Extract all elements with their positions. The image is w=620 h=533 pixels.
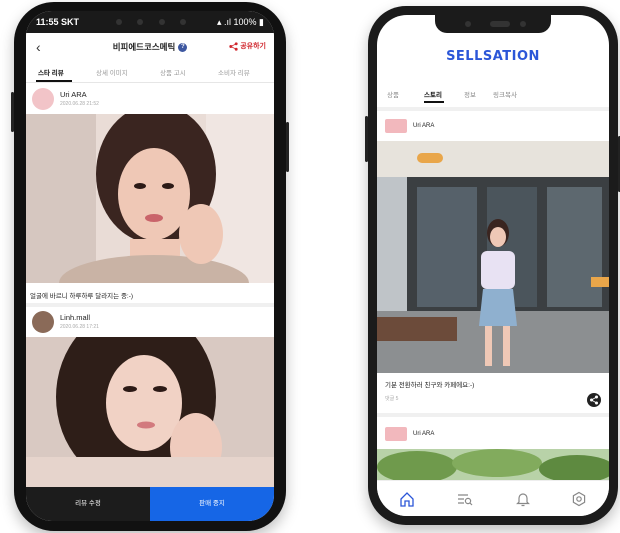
edit-review-button[interactable]: 리뷰 수정 [26,487,150,521]
app-logo: SELLSATION [446,49,540,64]
bell-icon[interactable] [515,491,531,507]
share-icon [229,42,238,51]
seller-badge [385,119,407,133]
active-tab-indicator [424,101,444,103]
left-phone-screen: 11:55 SKT ▴ .ıl 100% ▮ ‹ 비피에드코스메틱? 공유하기 … [26,11,274,521]
seller-badge [385,427,407,441]
home-icon[interactable] [399,491,415,507]
info-icon[interactable]: ? [178,43,188,53]
post-caption: 얼굴에 바르니 하루하루 달라지는 중:-) [26,283,274,303]
bottom-nav [377,480,609,516]
left-phone-frame: 11:55 SKT ▴ .ıl 100% ▮ ‹ 비피에드코스메틱? 공유하기 … [11,2,289,531]
gear-icon[interactable] [571,491,587,507]
post-caption: 기분 전환하러 친구와 카페에요:-) [385,382,475,389]
tab-detail-images[interactable]: 상세 이미지 [96,67,128,77]
post-author: Uri ARA [413,431,435,437]
tab-product-notice[interactable]: 상품 고시 [160,67,186,77]
app-header: ‹ 비피에드코스메틱? 공유하기 [26,33,274,61]
post-author: Linh.mall [60,313,91,322]
post-header[interactable]: Uri ARA 2020.06.28 21:52 [26,84,274,114]
tab-story[interactable]: 스토리 [424,89,442,99]
status-time: 11:55 SKT [36,17,80,27]
post-header[interactable]: Linh.mall 2020.06.28 17:21 [26,307,274,337]
post-date: 2020.06.28 21:52 [60,101,99,107]
post-author: Uri ARA [60,90,87,99]
divider [377,107,609,111]
post-author: Uri ARA [413,123,435,129]
tab-star-review[interactable]: 스타 리뷰 [38,67,64,77]
tab-bar: 스타 리뷰 상세 이미지 상품 고시 소비자 리뷰 [26,61,274,83]
share-icon[interactable] [587,393,601,407]
volume-button [365,116,368,162]
status-bar: 11:55 SKT ▴ .ıl 100% ▮ [26,11,274,33]
status-battery: ▴ .ıl 100% ▮ [216,17,264,27]
bottom-action-bar: 리뷰 수정 판매 중지 [26,487,274,521]
divider [377,413,609,417]
tab-consumer-review[interactable]: 소비자 리뷰 [218,67,250,77]
post-meta: 댓글 5 [385,396,399,402]
review-photo[interactable] [26,337,274,487]
right-phone-frame: SELLSATION 상품 스토리 정보 링크복사 Uri ARA 기분 전환하… [365,6,620,525]
share-button[interactable]: 공유하기 [229,41,266,51]
stop-sale-button[interactable]: 판매 중지 [150,487,274,521]
list-search-icon[interactable] [457,491,473,507]
avatar [32,311,54,333]
power-button [286,122,289,172]
post-date: 2020.06.28 17:21 [60,324,99,330]
tab-info[interactable]: 정보 [464,89,476,99]
tab-products[interactable]: 상품 [387,89,399,99]
volume-button [11,92,14,132]
tab-bar: 상품 스토리 정보 링크복사 [377,85,609,107]
story-photo[interactable] [377,141,609,373]
avatar [32,88,54,110]
review-photo[interactable] [26,114,274,283]
tab-copy-link[interactable]: 링크복사 [493,89,517,99]
camera-notch [435,15,551,33]
right-phone-screen: SELLSATION 상품 스토리 정보 링크복사 Uri ARA 기분 전환하… [377,15,609,516]
active-tab-indicator [36,80,72,82]
story-photo[interactable] [377,449,609,481]
camera-notch [116,19,186,25]
